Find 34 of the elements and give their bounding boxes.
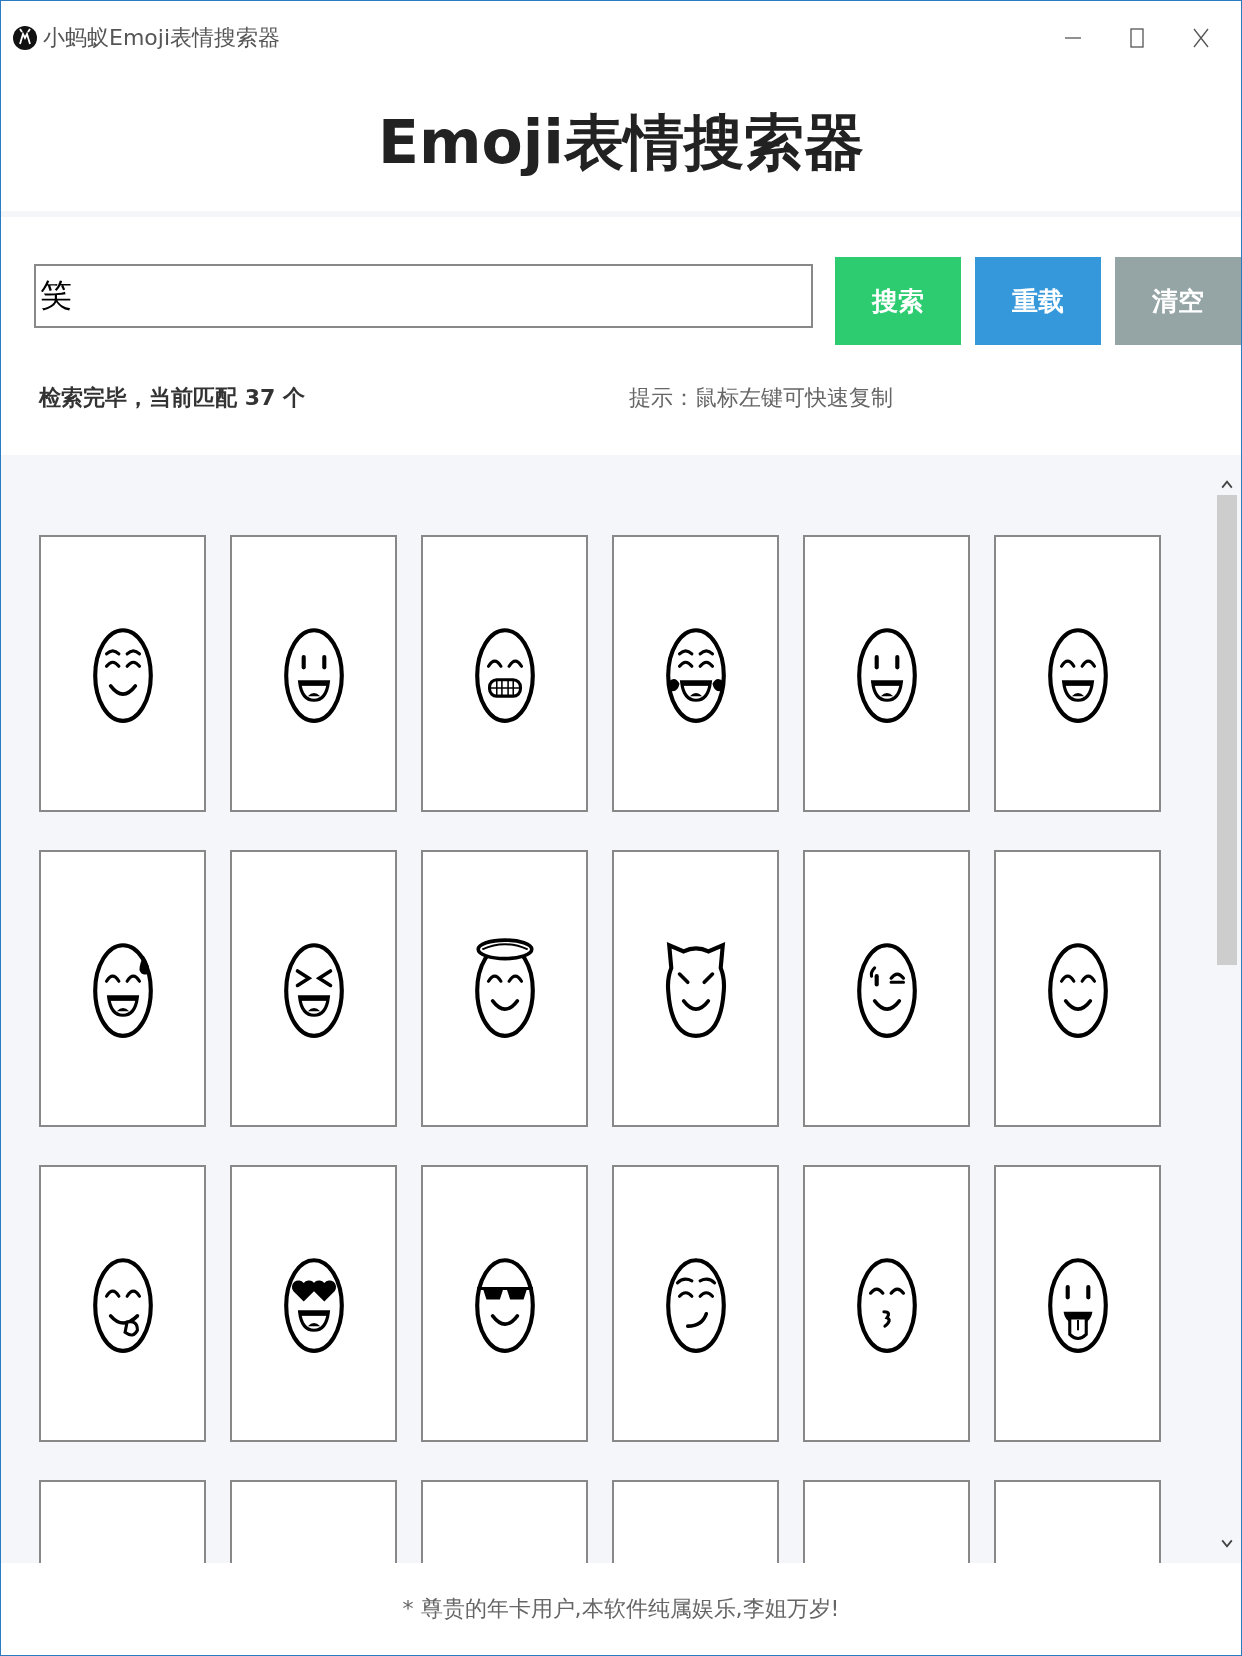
emoji-tile[interactable] — [39, 535, 206, 812]
window-title: 小蚂蚁Emoji表情搜索器 — [43, 24, 280, 52]
scroll-up-icon[interactable] — [1221, 479, 1233, 489]
emoji-tile[interactable] — [994, 850, 1161, 1127]
emoji-tile[interactable] — [612, 535, 779, 812]
emoji-tile[interactable] — [230, 1165, 397, 1442]
emoji-tile[interactable] — [421, 1165, 588, 1442]
app-heading: Emoji表情搜索器 — [378, 105, 864, 179]
scrollbar-thumb[interactable] — [1217, 495, 1237, 965]
emoji-tile[interactable] — [230, 850, 397, 1127]
halo-face-icon — [473, 937, 536, 1040]
action-button[interactable]: 搜索 — [835, 257, 961, 345]
result-status: 检索完毕，当前匹配 37 个 — [39, 384, 306, 412]
emoji-tile[interactable] — [803, 850, 970, 1127]
action-button[interactable]: 清空 — [1115, 257, 1241, 345]
scroll-down-icon[interactable] — [1221, 1539, 1233, 1549]
emoji-tile[interactable] — [803, 1165, 970, 1442]
emoji-tile[interactable] — [994, 1165, 1161, 1442]
emoji-tile[interactable] — [421, 850, 588, 1127]
emoji-tile[interactable] — [612, 850, 779, 1127]
maximize-icon[interactable] — [1127, 28, 1147, 48]
close-icon[interactable] — [1191, 28, 1211, 48]
emoji-tile[interactable] — [803, 535, 970, 812]
copy-hint: 提示：鼠标左键可快速复制 — [629, 384, 893, 412]
emoji-tile[interactable] — [39, 850, 206, 1127]
search-field[interactable]: 笑 — [34, 264, 813, 328]
emoji-tile[interactable] — [230, 535, 397, 812]
emoji-tile[interactable] — [39, 1165, 206, 1442]
footer-note: * 尊贵的年卡用户,本软件纯属娱乐,李姐万岁! — [402, 1595, 840, 1623]
ant-logo-icon — [13, 26, 37, 50]
emoji-tile[interactable] — [994, 535, 1161, 812]
emoji-tile[interactable] — [421, 535, 588, 812]
emoji-tile[interactable] — [612, 1165, 779, 1442]
action-button[interactable]: 重载 — [975, 257, 1101, 345]
